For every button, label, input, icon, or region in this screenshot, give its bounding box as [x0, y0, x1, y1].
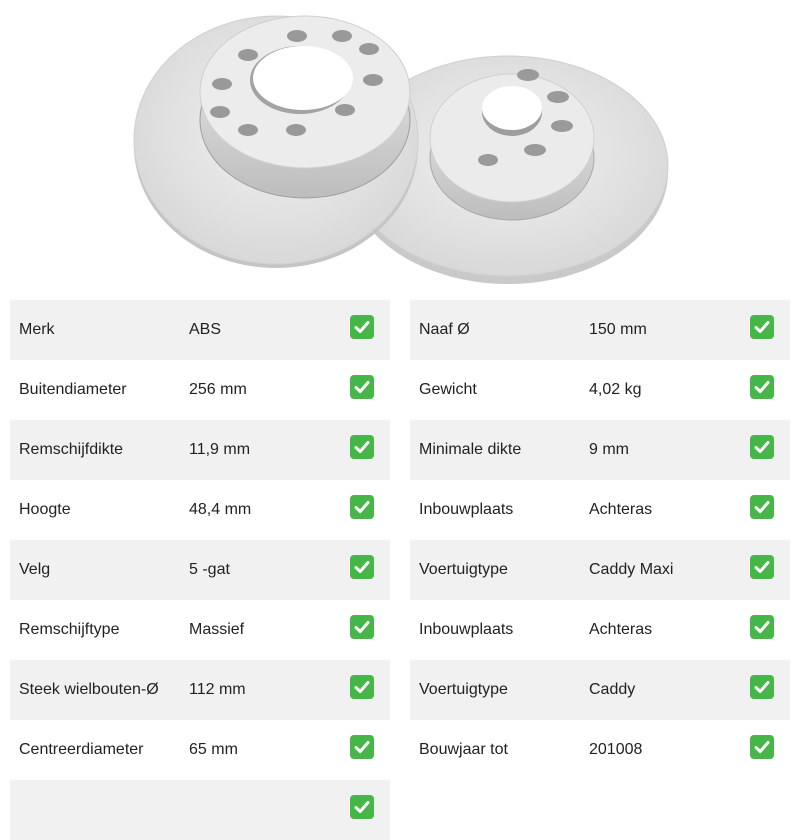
spec-row: Hoogte 48,4 mm [10, 480, 390, 540]
spec-label: Steek wielbouten-Ø [19, 681, 159, 698]
check-mark-icon [350, 495, 374, 519]
check-mark-icon [750, 375, 774, 399]
check-mark-icon [750, 675, 774, 699]
spec-value: 65 mm [189, 741, 238, 758]
spec-row: Buitendiameter 256 mm [10, 360, 390, 420]
spec-value: 150 mm [589, 321, 647, 338]
check-mark-icon [750, 315, 774, 339]
spec-value: Achteras [589, 501, 653, 518]
spec-value: ABS [189, 321, 222, 338]
spec-label: Buitendiameter [19, 381, 127, 398]
spec-label: Remschijftype [19, 621, 120, 638]
spec-row: Bouwjaar tot 201008 [410, 720, 790, 780]
spec-value: Massief [189, 621, 245, 638]
spec-value: Achteras [589, 621, 653, 638]
check-mark-icon [350, 735, 374, 759]
spec-label: Merk [19, 321, 55, 338]
check-mark-icon [350, 315, 374, 339]
spec-label: Voertuigtype [419, 561, 508, 578]
spec-value: 201008 [589, 741, 643, 758]
spec-row: Naaf Ø 150 mm [410, 300, 790, 360]
front-brake-disc [133, 15, 419, 268]
spec-row [10, 780, 390, 840]
spec-table-right: Naaf Ø 150 mm Gewicht 4,02 kg Minimale dikte… [410, 300, 790, 780]
spec-label: Inbouwplaats [419, 501, 514, 518]
spec-row: Gewicht 4,02 kg [410, 360, 790, 420]
spec-value: 5 -gat [189, 561, 230, 578]
check-mark-icon [750, 615, 774, 639]
spec-label: Inbouwplaats [419, 621, 514, 638]
spec-label: Remschijfdikte [19, 441, 124, 458]
spec-value: 11,9 mm [189, 441, 251, 458]
check-mark-icon [750, 435, 774, 459]
spec-row: Centreerdiameter 65 mm [10, 720, 390, 780]
spec-row: Steek wielbouten-Ø 112 mm [10, 660, 390, 720]
spec-value: 4,02 kg [589, 381, 642, 398]
check-mark-icon [750, 735, 774, 759]
spec-row: Voertuigtype Caddy [410, 660, 790, 720]
spec-value: Caddy Maxi [589, 561, 674, 578]
check-mark-icon [350, 795, 374, 819]
spec-table-left: Merk ABS Buitendiameter 256 mm Remschijfdikt… [10, 300, 390, 840]
spec-value: Caddy [589, 681, 636, 698]
check-mark-icon [750, 555, 774, 579]
check-mark-icon [750, 495, 774, 519]
check-mark-icon [350, 615, 374, 639]
spec-row: Inbouwplaats Achteras [410, 480, 790, 540]
spec-row: Minimale dikte 9 mm [410, 420, 790, 480]
spec-label: Centreerdiameter [19, 741, 144, 758]
spec-row: Voertuigtype Caddy Maxi [410, 540, 790, 600]
spec-value: 256 mm [189, 381, 247, 398]
spec-row: Remschijftype Massief [10, 600, 390, 660]
spec-value: 48,4 mm [189, 501, 252, 518]
spec-row: Merk ABS [10, 300, 390, 360]
check-mark-icon [350, 675, 374, 699]
spec-label: Hoogte [19, 501, 71, 518]
spec-label: Voertuigtype [419, 681, 508, 698]
spec-row: Velg 5 -gat [10, 540, 390, 600]
spec-label: Bouwjaar tot [419, 741, 508, 758]
check-mark-icon [350, 435, 374, 459]
spec-value: 9 mm [589, 441, 629, 458]
brake-disc-image [133, 15, 669, 284]
check-mark-icon [350, 375, 374, 399]
spec-value: 112 mm [189, 681, 246, 698]
spec-label: Naaf Ø [419, 321, 470, 338]
check-mark-icon [350, 555, 374, 579]
spec-label: Gewicht [419, 381, 477, 398]
spec-label: Minimale dikte [419, 441, 522, 458]
spec-row: Inbouwplaats Achteras [410, 600, 790, 660]
spec-row: Remschijfdikte 11,9 mm [10, 420, 390, 480]
spec-label: Velg [19, 561, 51, 578]
